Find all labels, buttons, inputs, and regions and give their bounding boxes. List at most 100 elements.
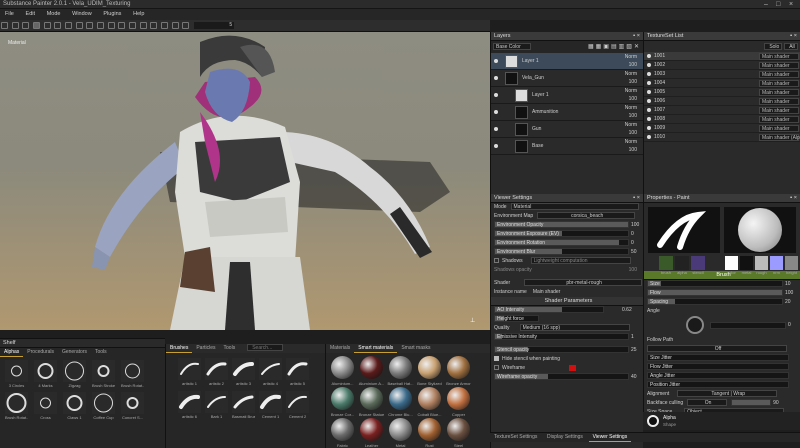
brush-item[interactable]: artistic 6 [178,391,201,419]
brush-item[interactable]: Cement 1 [259,391,282,419]
menu-plugins[interactable]: Plugins [98,9,126,20]
smudge-icon[interactable] [86,22,94,29]
normal-slot[interactable]: nrm [770,256,783,275]
brush-param-slider[interactable]: Size [647,280,783,288]
material-item[interactable]: Leather [360,418,383,448]
visibility-icon[interactable] [647,134,651,139]
mode-select[interactable]: Material [510,203,639,211]
brush-item[interactable]: artistic 3 [232,358,255,386]
redo-icon[interactable] [11,22,19,29]
textureset-shader[interactable]: Main shader [759,89,799,96]
menu-window[interactable]: Window [67,9,97,20]
brush-slot[interactable]: brush [659,256,673,275]
jitter-row[interactable]: Size Jitter [644,354,800,363]
layer-opacity[interactable]: 100 [629,96,637,102]
layer-blend[interactable]: Norm [625,139,637,145]
textureset-row[interactable]: 1002 Main shader [644,61,800,70]
projection-icon[interactable] [54,22,62,29]
shadows-mode-field[interactable]: Lightweight computation [530,257,631,265]
env-map-select[interactable]: corsica_beach [537,212,636,220]
3d-viewport[interactable]: Material ⊥ [0,32,490,330]
picker-icon[interactable] [107,22,115,29]
textureset-row[interactable]: 1005 Main shader [644,88,800,97]
env-slider[interactable]: Environment Opacity [494,221,629,229]
tab-tools[interactable]: Tools [91,348,111,356]
layer-blend[interactable]: Norm [625,88,637,94]
layer-opacity[interactable]: 100 [629,62,637,68]
jitter-row[interactable]: Flow Jitter [644,363,800,372]
maximize-icon[interactable]: □ [776,0,780,9]
emissive-value[interactable]: 1 [631,334,634,340]
layer-row[interactable]: Layer 1 Norm 100 [491,53,643,70]
wireframe-color-swatch[interactable] [569,364,577,371]
tab-brushes[interactable]: Brushes [166,344,193,354]
tab-textureset-settings[interactable]: TextureSet Settings [490,433,541,441]
textureset-row[interactable]: 1003 Main shader [644,70,800,79]
textureset-row[interactable]: 1006 Main shader [644,97,800,106]
tab-smart-materials[interactable]: Smart materials [354,344,398,353]
layer-blend[interactable]: Norm [625,105,637,111]
emissive-slider[interactable]: Emissive Intensity [494,333,629,341]
layer-row[interactable]: Ammunition Norm 100 [491,104,643,121]
shelf-item[interactable]: 4 Marks [34,360,57,388]
shadows-opacity-value[interactable]: 100 [629,266,643,275]
textureset-shader[interactable]: Main shader [759,98,799,105]
env-slider-value[interactable]: 0 [631,240,634,246]
brush-item[interactable]: Bark 1 [205,391,228,419]
visibility-icon[interactable] [494,76,498,80]
layer-opacity[interactable]: 100 [629,113,637,119]
layer-row[interactable]: Layer 1 Norm 100 [491,87,643,104]
wireframe-checkbox[interactable] [494,365,499,371]
material-item[interactable]: Baseball Hat... [387,356,414,386]
material-item[interactable]: Steel [447,418,470,448]
layer-row[interactable]: Vela_Gun Norm 100 [491,70,643,87]
jitter-row[interactable]: Position Jitter [644,381,800,390]
hide-stencil-checkbox[interactable] [494,356,499,362]
visibility-icon[interactable] [494,110,498,114]
material-item[interactable]: Rust [418,418,441,448]
height-slider[interactable]: Height force [494,315,539,323]
shelf-item[interactable]: Zigzag [63,360,86,388]
wireframe-opacity-value[interactable]: 40 [631,374,637,380]
material-item[interactable]: Bronze Statue [359,387,384,417]
panel-close-icon[interactable]: ▪ × [633,194,643,203]
jitter-row[interactable]: Angle Jitter [644,372,800,381]
visibility-icon[interactable] [647,98,651,103]
tab-materials[interactable]: Materials [326,344,354,352]
visibility-icon[interactable] [494,59,498,63]
tab-viewer-settings[interactable]: Viewer Settings [588,433,632,442]
material-item[interactable]: Bronze Cor... [331,387,354,417]
material-item[interactable]: Bone Stylized [417,356,442,386]
height-slot[interactable]: height [785,256,798,275]
tab-particles[interactable]: Particles [192,344,219,352]
paint-icon[interactable] [33,22,41,29]
brush-item[interactable]: artistic 4 [259,358,282,386]
symmetry-icon[interactable] [118,22,126,29]
layer-tools-icons[interactable]: ▦▦▣▤▥▧✕ [588,43,641,50]
visibility-icon[interactable] [494,93,498,97]
brush-item[interactable]: Cement 2 [286,391,309,419]
color-slot[interactable]: color [725,256,738,275]
material-preview[interactable] [724,207,796,253]
channel-select[interactable]: Base Color [493,43,531,50]
brush-param-slider[interactable]: Spacing [647,298,783,306]
tab-smart-masks[interactable]: Smart masks [397,344,434,352]
quality-select[interactable]: Medium (16 spp) [519,324,630,332]
textureset-row[interactable]: 1004 Main shader [644,79,800,88]
shelf-item[interactable]: Brush Stroke [92,360,115,388]
textureset-row[interactable]: 1001 Main shader [644,52,800,61]
layer-opacity[interactable]: 100 [629,147,637,153]
wireframe-opacity-slider[interactable]: Wireframe opacity [494,373,629,381]
shelf-item[interactable]: Claws 1 [63,392,86,420]
panel-close-icon[interactable]: ▪ × [790,32,800,41]
grid-icon[interactable] [171,22,179,29]
shelf-item[interactable]: 3 Circles [5,360,28,388]
ao-value[interactable]: 0.62 [622,307,632,313]
material-item[interactable]: Copper [447,387,470,417]
material-item[interactable]: Cobalt Blue... [417,387,442,417]
tab-alphas[interactable]: Alphas [0,348,24,357]
angle-value[interactable]: 0 [788,322,791,328]
brush-param-slider[interactable]: Flow [647,289,783,297]
layer-blend[interactable]: Norm [625,71,637,77]
textureset-shader[interactable]: Main shader (Alpha) [759,134,800,141]
